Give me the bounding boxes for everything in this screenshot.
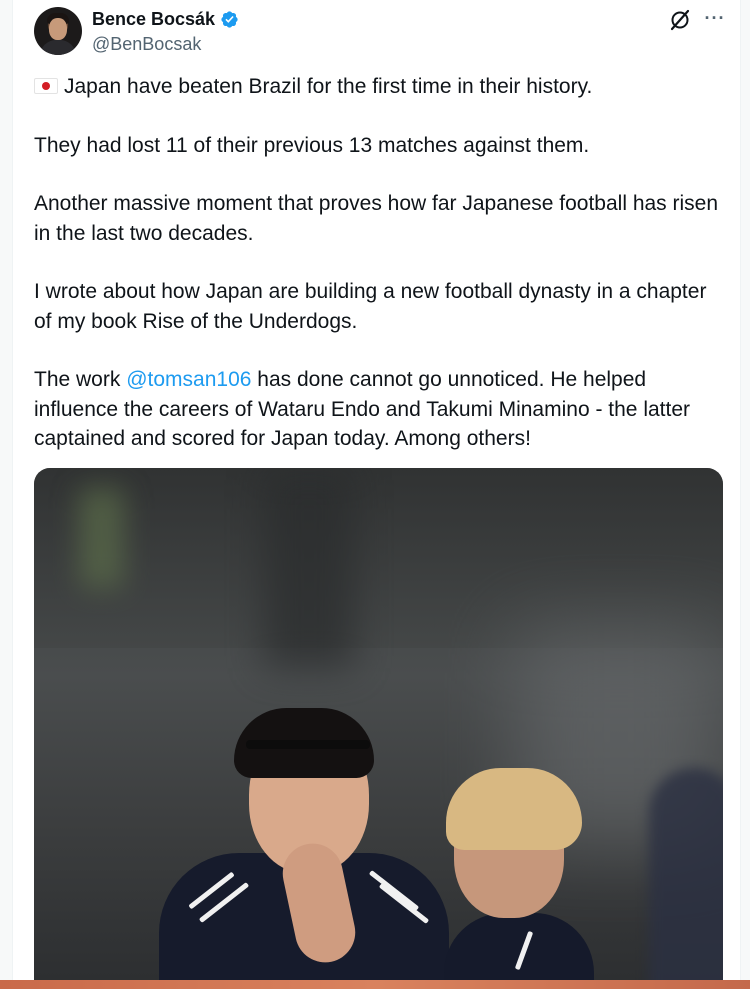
tweet-paragraph: They had lost 11 of their previous 13 ma… [34,133,590,157]
tweet-line-1: Japan have beaten Brazil for the first t… [64,75,593,98]
grok-icon[interactable] [668,8,692,32]
tweet-paragraph: Another massive moment that proves how f… [34,192,719,245]
window-bottom-edge [0,980,750,989]
window-right-gutter [740,0,750,989]
tweet-photo[interactable] [34,468,723,989]
author-avatar[interactable] [34,7,82,55]
author-name-row: Bence Bocsák [92,9,239,30]
tweet-card: Bence Bocsák @BenBocsak ··· Japan have b… [13,0,740,989]
author-handle[interactable]: @BenBocsak [92,34,201,55]
photo-player-2 [444,913,594,989]
photo-figure-right [649,768,723,989]
more-options-icon[interactable]: ··· [703,8,727,32]
tweet-paragraph: Japan have beaten Brazil for the first t… [34,72,724,102]
verified-badge-icon [221,11,238,28]
author-display-name[interactable]: Bence Bocsák [92,9,215,30]
tweet-text-segment: The work [34,368,127,391]
photo-background [34,468,723,648]
tweet-paragraph: The work @tomsan106 has done cannot go u… [34,365,724,454]
japan-flag-icon [34,78,58,94]
tweet-paragraph: I wrote about how Japan are building a n… [34,280,707,333]
window-left-gutter [0,0,13,989]
mention-link[interactable]: @tomsan106 [126,368,251,391]
tweet-text: Japan have beaten Brazil for the first t… [34,72,724,483]
